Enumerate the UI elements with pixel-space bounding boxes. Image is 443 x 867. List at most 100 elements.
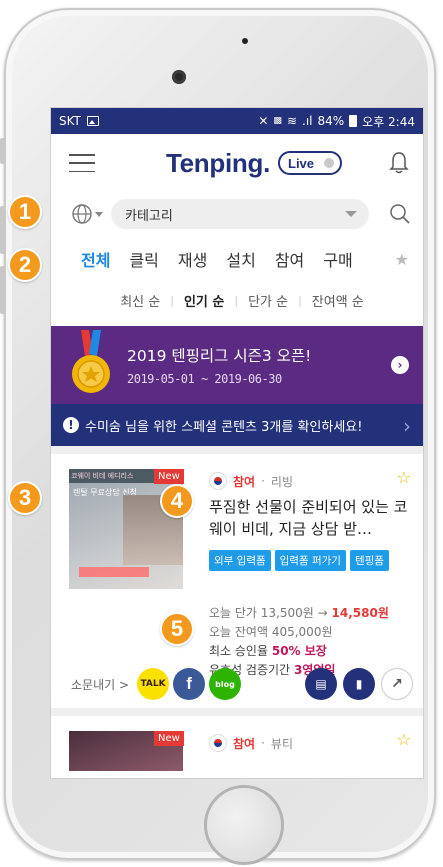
campaign-title[interactable]: 푸짐한 선물이 준비되어 있는 코웨이 비데, 지금 상담 받…: [209, 496, 409, 540]
price-new: 14,580원: [331, 606, 389, 620]
korea-flag-icon: [209, 734, 227, 752]
chevron-down-icon: [95, 211, 103, 217]
volume-down-button: [0, 266, 5, 314]
screen: SKT ✕ ▩ ≋ .ıl 84% 오후 2:44 Tenping. Live: [50, 107, 424, 779]
callout-1: 1: [8, 195, 42, 229]
campaign-category: 뷰티: [270, 736, 294, 751]
tab-play[interactable]: 재생: [178, 247, 207, 271]
price-line: 오늘 단가 13,500원 → 14,580원: [209, 604, 389, 623]
callout-5: 5: [160, 612, 194, 646]
wifi-icon: ≋: [286, 114, 297, 128]
campaign-type: 참여: [233, 736, 256, 751]
approval-line: 최소 승인율 50% 보장: [209, 642, 389, 661]
divider: |: [298, 293, 302, 307]
campaign-meta: 참여 · 뷰티: [209, 734, 293, 752]
sort-options: 최신 순 | 인기 순 | 단가 순 | 잔여액 순: [51, 282, 423, 318]
remaining-budget: 오늘 잔여액 405,000원: [209, 625, 333, 639]
blog-share-button[interactable]: blog: [209, 668, 242, 700]
divider: |: [170, 293, 174, 307]
share-label: 소문내기 >: [71, 677, 130, 692]
toggle-knob: [324, 158, 334, 168]
league-text: 2019 텐핑리그 시즌3 오픈! 2019-05-01 ~ 2019-06-3…: [127, 344, 311, 386]
divider: |: [234, 293, 239, 307]
stats-chart-icon[interactable]: ▮: [343, 668, 375, 700]
league-title: 2019 텐핑리그 시즌3 오픈!: [127, 347, 312, 365]
campaign-card[interactable]: New 참여 · 뷰티 ☆: [51, 716, 423, 776]
campaign-tags: 외부 입력폼 입력폼 퍼가기 텐핑폼: [209, 550, 409, 571]
new-badge: New: [154, 469, 184, 484]
approval-label: 최소 승인율: [209, 644, 269, 658]
front-camera: [172, 70, 186, 84]
battery-percent: 84%: [317, 114, 345, 128]
carrier-label: SKT: [59, 114, 81, 128]
kakaotalk-share-button[interactable]: TALK: [137, 668, 170, 700]
medal-icon: [72, 330, 110, 393]
favorites-star-icon[interactable]: ★: [395, 250, 409, 269]
facebook-share-button[interactable]: f: [173, 668, 206, 700]
battery-icon: [349, 115, 358, 127]
tab-install[interactable]: 설치: [226, 247, 255, 271]
globe-icon: [72, 204, 92, 224]
league-banner[interactable]: 2019 텐핑리그 시즌3 오픈! 2019-05-01 ~ 2019-06-3…: [51, 326, 423, 404]
app-header: Tenping. Live: [51, 134, 423, 192]
tag-external-form: 외부 입력폼: [209, 550, 271, 571]
live-toggle-label: Live: [288, 155, 315, 171]
live-toggle[interactable]: Live: [278, 151, 342, 175]
bell-icon[interactable]: [389, 151, 409, 175]
home-button[interactable]: [204, 785, 284, 865]
tab-purchase[interactable]: 구매: [323, 247, 352, 271]
sort-price[interactable]: 단가 순: [248, 291, 288, 310]
sort-remaining[interactable]: 잔여액 순: [312, 291, 364, 310]
callout-3: 3: [8, 481, 42, 515]
tenping-logo[interactable]: Tenping.: [166, 148, 270, 179]
share-row: 소문내기 > TALK f blog ▤ ▮ ↗: [71, 668, 417, 700]
volume-up-button: [0, 206, 5, 254]
category-select[interactable]: 카테고리: [111, 199, 369, 229]
notice-text: 수미숨 님을 위한 스페셜 콘텐츠 3개를 확인하세요!: [85, 419, 363, 435]
hd-icon: ▩: [273, 116, 282, 126]
section-gap: [51, 446, 423, 454]
league-dates: 2019-05-01 ~ 2019-06-30: [127, 372, 282, 386]
bookmark-star-icon[interactable]: ☆: [397, 468, 411, 487]
sort-latest[interactable]: 최신 순: [120, 291, 160, 310]
tag-form-embed: 입력폼 퍼가기: [274, 550, 346, 571]
arrow-right-icon[interactable]: ›: [391, 356, 409, 374]
clock: 오후 2:44: [362, 114, 415, 129]
tab-all[interactable]: 전체: [81, 247, 110, 271]
search-row: 카테고리: [51, 192, 423, 236]
document-icon[interactable]: ▤: [305, 668, 337, 700]
thumbnail-tag: 코웨이 비데 에디리스: [71, 472, 134, 480]
tab-participate[interactable]: 참여: [275, 247, 304, 271]
front-sensor: [242, 38, 248, 44]
language-selector[interactable]: [71, 203, 103, 225]
category-tabs: 전체 클릭 재생 설치 참여 구매 ★: [51, 236, 423, 282]
new-badge: New: [154, 731, 184, 746]
status-bar: SKT ✕ ▩ ≋ .ıl 84% 오후 2:44: [51, 108, 423, 134]
search-icon[interactable]: [389, 203, 411, 225]
callout-4: 4: [160, 484, 194, 518]
campaign-card[interactable]: 코웨이 비데 에디리스 렌탈 무료상담 신청 New 참여 · 리빙 ☆ 푸짐한…: [51, 454, 423, 716]
category-select-label: 카테고리: [125, 208, 173, 224]
signal-icon: .ıl: [302, 114, 313, 128]
external-link-icon[interactable]: ↗: [381, 668, 413, 700]
campaign-meta: 참여 · 리빙: [209, 472, 293, 490]
callout-2: 2: [8, 248, 42, 282]
korea-flag-icon: [209, 472, 227, 490]
sort-popular[interactable]: 인기 순: [184, 291, 224, 310]
thumbnail-footer: [79, 567, 149, 577]
campaign-type: 참여: [233, 474, 256, 489]
image-notification-icon: [86, 116, 99, 126]
price-old: 오늘 단가 13,500원 →: [209, 606, 328, 620]
tab-click[interactable]: 클릭: [129, 247, 158, 271]
tag-tenping-form: 텐핑폼: [349, 550, 389, 571]
menu-icon[interactable]: [69, 154, 95, 172]
chevron-right-icon: ›: [403, 414, 411, 438]
approval-value: 50% 보장: [271, 644, 327, 658]
mute-icon: ✕: [258, 114, 269, 128]
bookmark-star-icon[interactable]: ☆: [397, 730, 411, 749]
campaign-category: 리빙: [270, 474, 294, 489]
campaign-category-dot: ·: [261, 736, 265, 750]
mute-switch: [0, 138, 5, 164]
chevron-down-icon: [345, 211, 357, 217]
notice-bar[interactable]: ! 수미숨 님을 위한 스페셜 콘텐츠 3개를 확인하세요! ›: [51, 404, 423, 446]
